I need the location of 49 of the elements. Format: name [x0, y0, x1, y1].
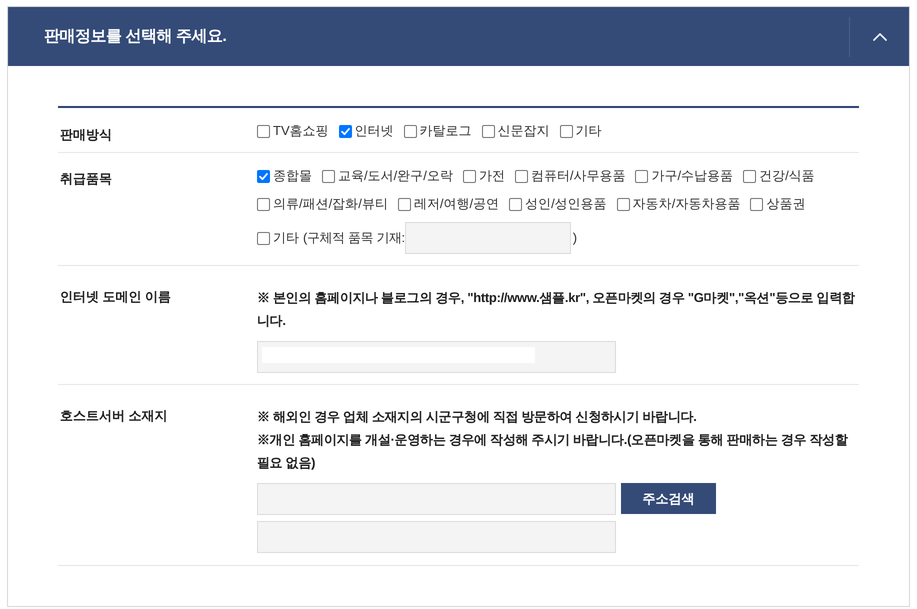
checkbox[interactable]: [743, 170, 756, 182]
checkbox-option[interactable]: 의류/패션/잡화/뷰티: [257, 194, 388, 214]
panel-title: 판매정보를 선택해 주세요.: [43, 26, 228, 46]
checkbox-option[interactable]: 기타: [257, 228, 299, 248]
checkbox-option[interactable]: 종합몰: [257, 166, 312, 186]
checkbox[interactable]: [257, 198, 270, 210]
checkbox-option[interactable]: 건강/식품: [743, 166, 815, 186]
address-search-button[interactable]: 주소검색: [621, 483, 716, 514]
checkbox[interactable]: [509, 198, 522, 210]
checked-checkbox[interactable]: [338, 124, 352, 138]
checkbox[interactable]: [462, 170, 476, 182]
checkbox-option[interactable]: 성인/성인용품: [509, 194, 607, 214]
field-label: 호스트서버 소재지: [60, 408, 168, 423]
guide-note: ※ 해외인 경우 업체 소재지의 시군구청에 직접 방문하여 신청하시기 바랍니다.: [257, 408, 698, 426]
checked-checkbox[interactable]: [257, 170, 270, 182]
checkbox[interactable]: [560, 124, 573, 138]
checkbox[interactable]: [322, 170, 335, 182]
checkbox-option[interactable]: 가전: [462, 166, 505, 186]
checkbox-option[interactable]: 상품권: [750, 194, 806, 214]
checkbox[interactable]: [482, 124, 495, 138]
chevron-icon: [872, 32, 886, 40]
option-note: ): [572, 229, 578, 248]
input-field[interactable]: [404, 222, 571, 254]
checkbox-option[interactable]: 신문잡지: [482, 121, 550, 141]
guide-note: ※개인 홈페이지를 개설·운영하는 경우에 작성해 주시기 바랍니다.(오픈마켓을 통해 판매하는 경우 작성할 필요 없음): [257, 431, 849, 472]
checkbox-option[interactable]: 기타: [560, 121, 602, 141]
checkbox-option[interactable]: 카탈로그: [404, 121, 472, 141]
checkbox[interactable]: [398, 198, 411, 210]
checkbox-option[interactable]: TV홈쇼핑: [257, 121, 329, 141]
checkbox[interactable]: [257, 124, 270, 138]
guide-note: ※ 본인의 홈페이지나 블로그의 경우, "http://www.샘플.kr", 오픈마켓의 경우 "G마켓","옥션"등으로 입력합니다.: [257, 289, 856, 330]
checkbox-option[interactable]: 자동차/자동차용품: [616, 194, 740, 214]
checkbox-option[interactable]: 가구/수납용품: [635, 166, 734, 186]
checkbox-option[interactable]: 인터넷: [338, 121, 394, 141]
field-label: 취급품목: [60, 171, 112, 186]
checkbox[interactable]: [635, 170, 648, 182]
checkbox-option[interactable]: 레저/여행/공연: [398, 194, 500, 214]
checkbox[interactable]: [750, 198, 764, 210]
checkbox[interactable]: [514, 170, 528, 182]
checkbox[interactable]: [616, 198, 630, 210]
field-label: 판매방식: [60, 127, 112, 142]
option-note: (구체적 품목 기재:: [303, 229, 405, 248]
checkbox[interactable]: [404, 124, 417, 138]
input-field[interactable]: [257, 521, 616, 553]
input-field[interactable]: [257, 483, 616, 515]
checkbox-option[interactable]: 컴퓨터/사무용품: [514, 166, 626, 186]
checkbox-option[interactable]: 교육/도서/완구/오락: [322, 166, 453, 186]
field-label: 인터넷 도메인 이름: [60, 289, 172, 304]
checkbox[interactable]: [257, 232, 270, 244]
